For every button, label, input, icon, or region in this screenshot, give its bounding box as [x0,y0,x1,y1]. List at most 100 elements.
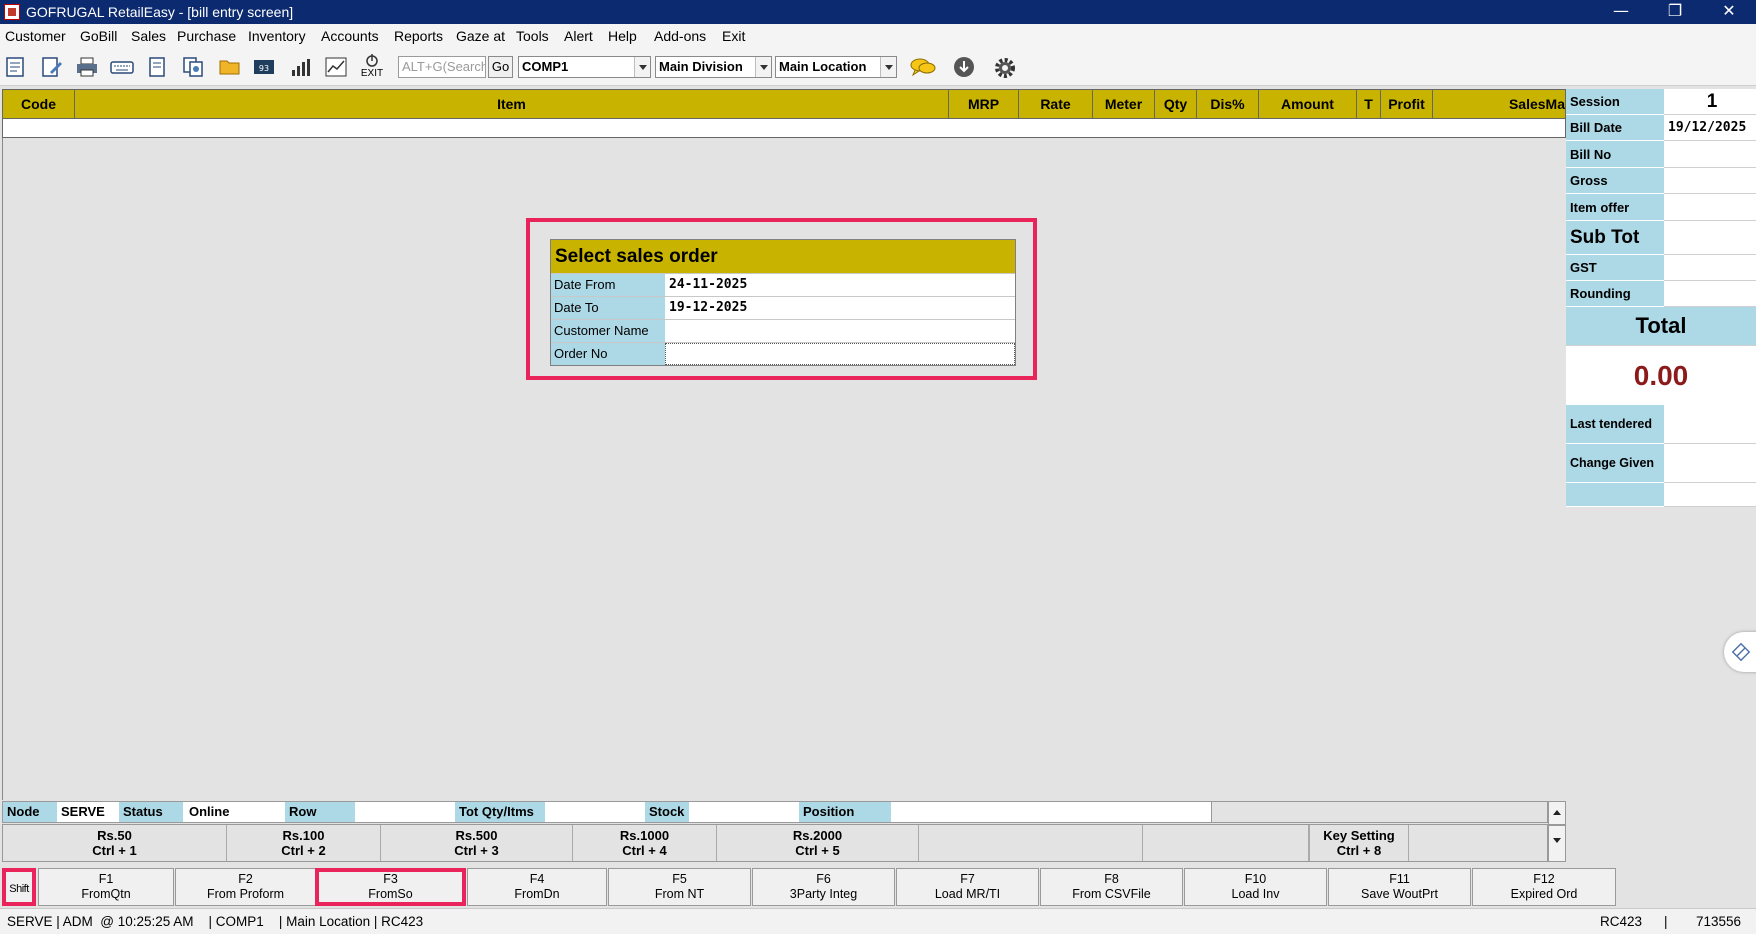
change-given-value [1664,444,1756,483]
f8-key[interactable]: F8 From CSVFile [1040,868,1183,906]
blank-summary-row [1566,483,1756,507]
rounding-label: Rounding [1566,281,1664,307]
f12-key[interactable]: F12 Expired Ord [1472,868,1616,906]
customer-name-field[interactable] [665,320,1015,342]
col-qty[interactable]: Qty [1155,90,1197,118]
keyboard-icon[interactable] [110,56,134,78]
grid-entry-row[interactable] [2,119,1566,138]
rs2000-button[interactable]: Rs.2000 Ctrl + 5 [717,825,919,861]
menu-accounts[interactable]: Accounts [321,28,379,44]
col-code[interactable]: Code [3,90,75,118]
location-select[interactable]: Main Location [775,56,897,78]
date-to-row: Date To 19-12-2025 [551,296,1015,319]
col-salesman[interactable]: SalesMa [1433,90,1565,118]
restore-button[interactable]: ❐ [1648,0,1702,24]
empty-key-1[interactable] [919,825,1143,861]
app-logo-icon [4,4,20,20]
menu-help[interactable]: Help [608,28,637,44]
node-label: Node [3,802,57,822]
menu-gobill[interactable]: GoBill [80,28,117,44]
minimize-button[interactable]: — [1594,0,1648,24]
bill-date-value[interactable]: 19/12/2025 [1664,115,1756,141]
denomination-keys: Rs.50 Ctrl + 1 Rs.100 Ctrl + 2 Rs.500 Ct… [2,824,1548,862]
document-icon[interactable] [145,56,169,78]
division-select[interactable]: Main Division [655,56,772,78]
search-input[interactable]: ALT+G(Search [398,56,486,78]
new-bill-icon[interactable] [4,56,28,78]
window-title: GOFRUGAL RetailEasy - [bill entry screen… [26,4,294,20]
menu-exit[interactable]: Exit [722,28,745,44]
col-mrp[interactable]: MRP [949,90,1019,118]
scroll-down-button[interactable] [1548,825,1566,862]
menu-sales[interactable]: Sales [131,28,166,44]
bar-chart-icon[interactable] [289,56,313,78]
download-icon[interactable] [952,56,976,78]
gst-row: GST [1566,255,1756,281]
key-setting-button[interactable]: Key Setting Ctrl + 8 [1309,825,1409,861]
rs1000-button[interactable]: Rs.1000 Ctrl + 4 [573,825,717,861]
empty-key-2[interactable] [1143,825,1309,861]
gross-row: Gross [1566,168,1756,194]
f7-key[interactable]: F7 Load MR/TI [896,868,1039,906]
f7-key-label: Load MR/TI [934,887,1001,901]
scroll-up-button[interactable] [1548,801,1566,825]
location-value: Main Location [779,59,867,74]
col-t[interactable]: T [1357,90,1381,118]
menu-purchase[interactable]: Purchase [177,28,236,44]
stock-value [689,802,799,822]
col-dis-percent[interactable]: Dis% [1197,90,1259,118]
select-sales-order-dialog: Select sales order Date From 24-11-2025 … [550,239,1016,366]
menu-add-ons[interactable]: Add-ons [654,28,706,44]
chat-icon[interactable] [909,56,937,78]
menu-customer[interactable]: Customer [5,28,66,44]
gear-icon[interactable] [992,56,1018,78]
col-meter[interactable]: Meter [1093,90,1155,118]
trend-chart-icon[interactable] [324,56,348,78]
rounding-row: Rounding [1566,281,1756,307]
col-rate[interactable]: Rate [1019,90,1093,118]
f2-key[interactable]: F2 From Proform [175,868,316,906]
rs50-button[interactable]: Rs.50 Ctrl + 1 [3,825,227,861]
print-icon[interactable] [75,56,99,78]
shift-key[interactable]: Shift [2,868,36,906]
col-amount[interactable]: Amount [1259,90,1357,118]
f1-key[interactable]: F1 FromQtn [38,868,174,906]
f4-key[interactable]: F4 FromDn [467,868,607,906]
open-folder-icon[interactable] [218,56,242,78]
copy-document-icon[interactable] [181,56,205,78]
close-button[interactable]: ✕ [1702,0,1756,24]
date-from-field[interactable]: 24-11-2025 [665,274,1015,296]
last-tendered-row: Last tendered [1566,405,1756,444]
company-select[interactable]: COMP1 [518,56,651,78]
menu-inventory[interactable]: Inventory [248,28,306,44]
f6-key[interactable]: F6 3Party Integ [752,868,895,906]
menu-tools[interactable]: Tools [516,28,549,44]
date-to-field[interactable]: 19-12-2025 [665,297,1015,319]
position-label: Position [799,802,891,822]
rs100-button[interactable]: Rs.100 Ctrl + 2 [227,825,381,861]
menu-alert[interactable]: Alert [564,28,593,44]
session-row: Session 1 [1566,89,1756,115]
f5-key[interactable]: F5 From NT [608,868,751,906]
f11-key[interactable]: F11 Save WoutPrt [1328,868,1471,906]
empty-key-3[interactable] [1409,825,1547,861]
register-icon[interactable]: 93 [252,56,276,78]
edit-bill-icon[interactable] [40,56,64,78]
f10-key[interactable]: F10 Load Inv [1184,868,1327,906]
menu-reports[interactable]: Reports [394,28,443,44]
rs500-button[interactable]: Rs.500 Ctrl + 3 [381,825,573,861]
f10-key-label: Load Inv [1231,887,1280,901]
menu-gaze-at[interactable]: Gaze at [456,28,505,44]
go-button[interactable]: Go [488,56,513,78]
last-tendered-value [1664,405,1756,444]
col-profit[interactable]: Profit [1381,90,1433,118]
rs2000-shortcut: Ctrl + 5 [795,843,840,858]
exit-button[interactable]: EXIT [358,52,386,84]
order-no-row: Order No [551,342,1015,365]
side-float-button[interactable] [1724,632,1756,672]
bottom-status-bar: SERVE | ADM @ 10:25:25 AM | COMP1 | Main… [0,908,1756,934]
order-no-field[interactable] [665,343,1015,365]
col-item[interactable]: Item [75,90,949,118]
f3-key[interactable]: F3 FromSo [315,868,466,906]
tot-qty-label: Tot Qty/Itms [455,802,545,822]
